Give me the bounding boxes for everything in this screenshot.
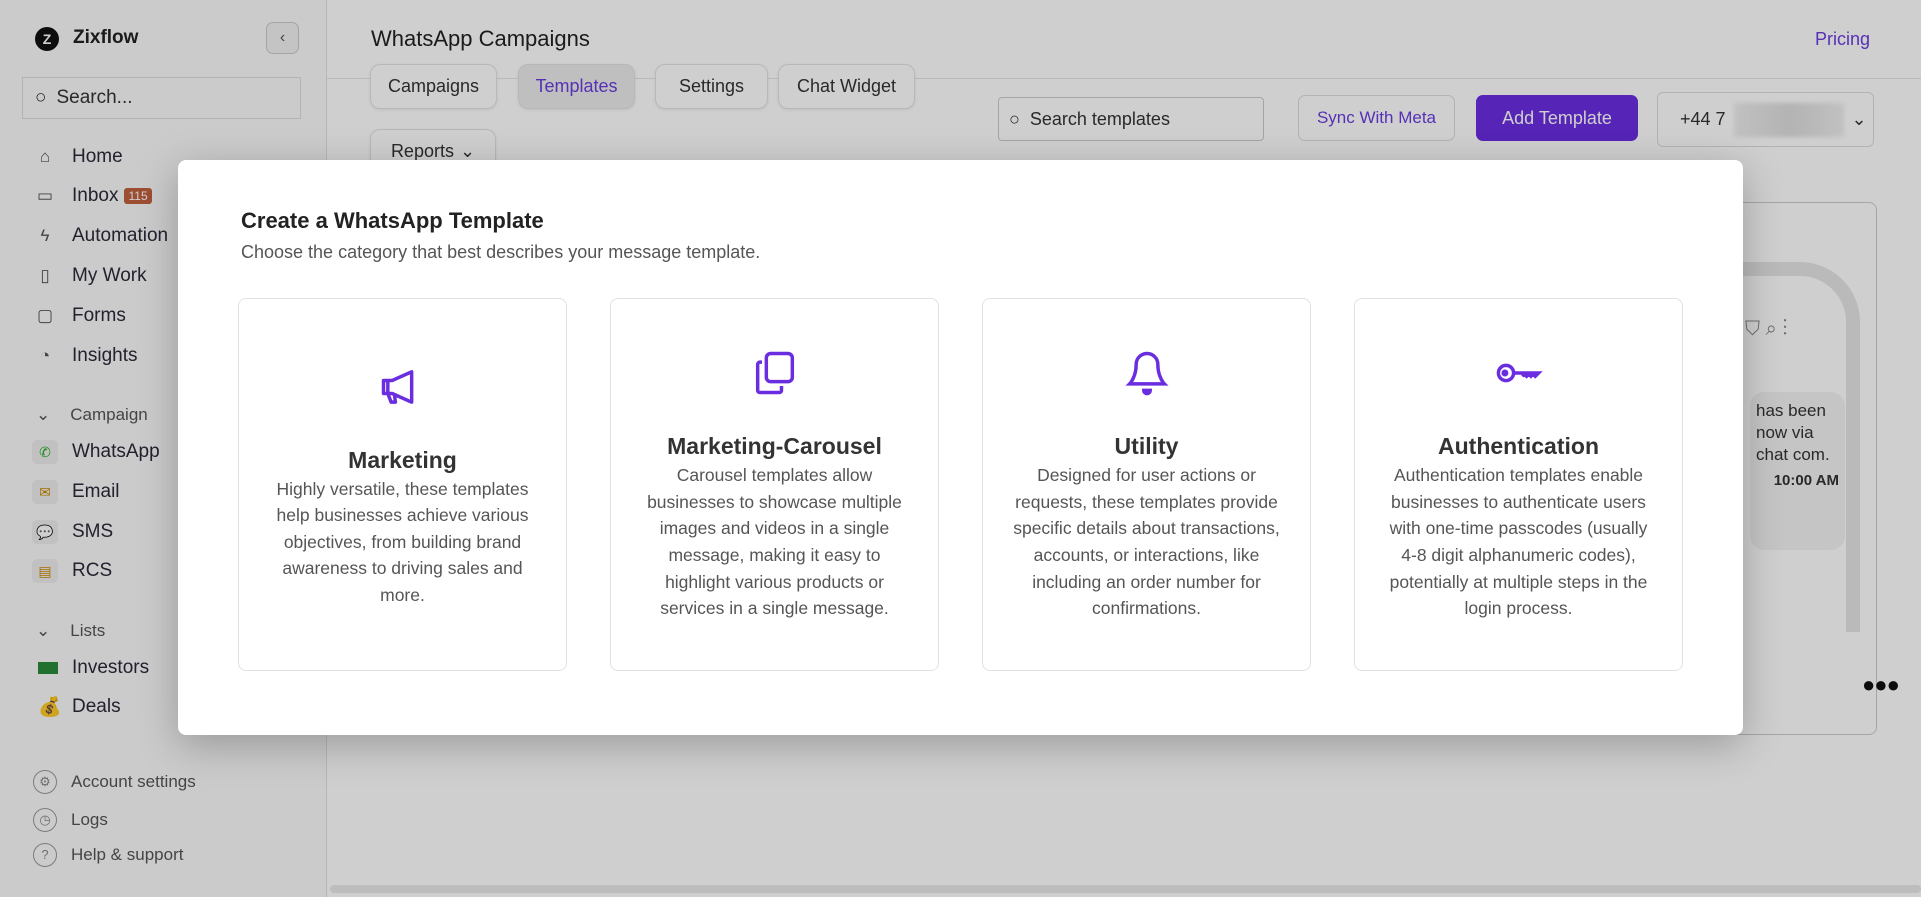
category-card-marketing-carousel[interactable]: Marketing-Carousel Carousel templates al… — [610, 298, 939, 671]
copy-icon — [755, 351, 794, 395]
category-card-marketing[interactable]: Marketing Highly versatile, these templa… — [238, 298, 567, 671]
card-title: Marketing-Carousel — [667, 433, 882, 460]
card-description: Authentication templates enable business… — [1389, 465, 1648, 619]
card-description: Designed for user actions or requests, t… — [1013, 465, 1280, 619]
bell-icon — [1124, 351, 1169, 396]
card-description: Highly versatile, these templates help b… — [276, 478, 529, 605]
megaphone-icon — [381, 369, 413, 404]
category-card-utility[interactable]: Utility Designed for user actions or req… — [982, 298, 1311, 671]
category-card-authentication[interactable]: Authentication Authentication templates … — [1354, 298, 1683, 671]
modal-title: Create a WhatsApp Template — [241, 208, 544, 233]
create-template-modal: Create a WhatsApp Template Choose the ca… — [178, 160, 1743, 735]
modal-subtitle: Choose the category that best describes … — [241, 242, 761, 262]
card-title: Authentication — [1438, 433, 1599, 460]
card-description: Carousel templates allow businesses to s… — [647, 465, 902, 619]
key-icon — [1496, 363, 1543, 383]
card-title: Marketing — [348, 446, 457, 473]
card-title: Utility — [1114, 433, 1179, 460]
